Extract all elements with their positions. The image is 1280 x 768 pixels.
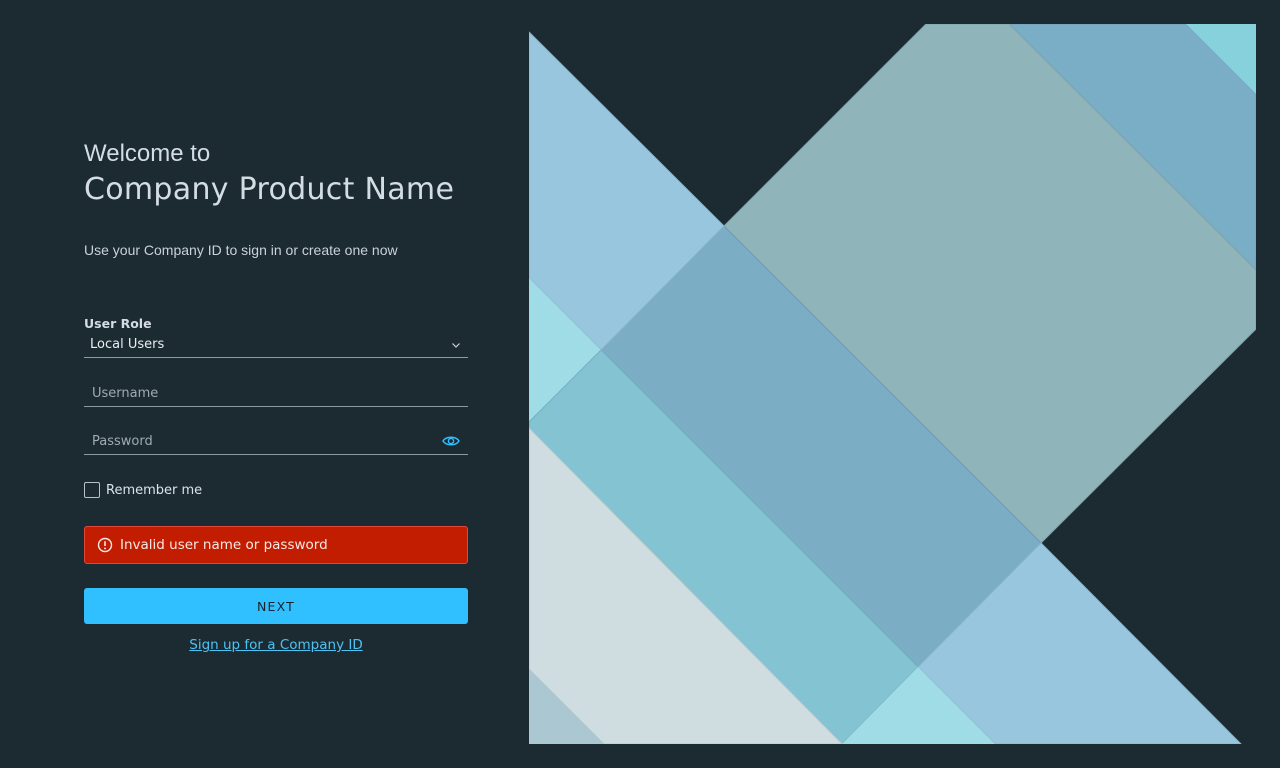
hero-illustration <box>529 24 1256 744</box>
login-panel: Welcome to Company Product Name Use your… <box>84 0 468 768</box>
chevron-down-icon <box>452 343 460 348</box>
next-button[interactable]: NEXT <box>84 588 468 624</box>
exclamation-circle-icon <box>97 537 113 553</box>
username-input[interactable] <box>84 382 452 404</box>
error-message: Invalid user name or password <box>120 537 328 553</box>
remember-me-checkbox[interactable] <box>84 482 100 498</box>
product-name-title: Company Product Name <box>84 172 455 207</box>
login-subtitle: Use your Company ID to sign in or create… <box>84 242 398 258</box>
error-alert: Invalid user name or password <box>84 526 468 564</box>
remember-me[interactable]: Remember me <box>84 481 202 499</box>
username-field-container <box>84 382 468 407</box>
signup-link[interactable]: Sign up for a Company ID <box>84 637 468 653</box>
user-role-select[interactable]: Local Users <box>84 335 468 358</box>
user-role-value: Local Users <box>90 337 165 352</box>
password-input[interactable] <box>84 430 452 452</box>
eye-icon[interactable] <box>442 434 460 448</box>
welcome-text: Welcome to <box>84 140 211 167</box>
remember-me-label: Remember me <box>106 482 203 498</box>
password-field-container <box>84 430 468 455</box>
user-role-label: User Role <box>84 316 152 331</box>
